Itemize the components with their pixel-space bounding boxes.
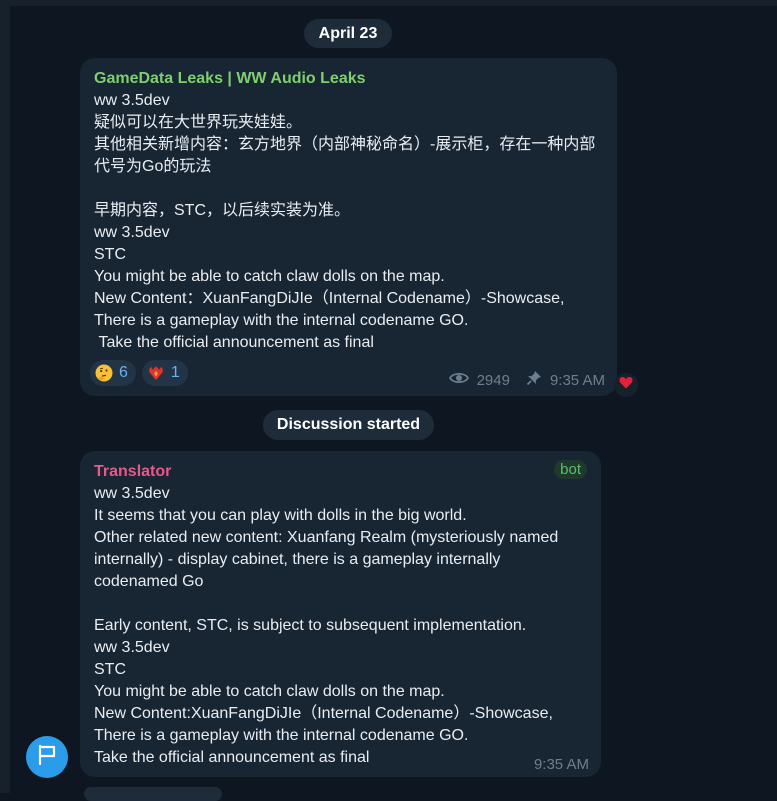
date-separator: April 23 <box>304 19 392 48</box>
channel-name[interactable]: GameData Leaks | WW Audio Leaks <box>94 68 603 90</box>
red-heart-reaction[interactable] <box>614 373 638 397</box>
eye-icon <box>448 371 469 389</box>
next-item-pill <box>84 787 222 801</box>
pin-icon <box>526 370 542 390</box>
reaction-thinking[interactable]: 6 <box>90 360 136 386</box>
discussion-started-label: Discussion started <box>263 410 434 440</box>
red-heart-icon <box>619 376 633 394</box>
message-time: 9:35 AM <box>533 756 589 773</box>
post-meta: 2949 9:35 AM <box>448 370 605 390</box>
message-text: ww 3.5dev It seems that you can play wit… <box>94 485 559 766</box>
flag-button[interactable] <box>26 736 68 778</box>
top-bar <box>10 0 777 6</box>
left-sidebar-strip <box>0 0 10 793</box>
post-text: ww 3.5dev 疑似可以在大世界玩夹娃娃。 其他相关新增内容：玄方地界（内部… <box>94 92 596 351</box>
reaction-heart-on-fire[interactable]: 1 <box>141 360 188 386</box>
sender-name[interactable]: Translator <box>94 461 587 483</box>
reaction-count: 6 <box>119 364 128 381</box>
flag-icon <box>36 744 58 771</box>
reaction-count: 1 <box>170 364 180 381</box>
channel-post-bubble[interactable]: GameData Leaks | WW Audio Leaks ww 3.5de… <box>80 58 617 396</box>
translator-message-bubble[interactable]: Translator bot ww 3.5dev It seems that y… <box>80 451 601 777</box>
post-time: 9:35 AM <box>549 371 605 389</box>
reactions-bar: 6 1 <box>90 360 188 386</box>
thinking-face-icon <box>95 364 113 382</box>
bot-badge: bot <box>554 460 587 479</box>
view-count: 2949 <box>476 371 510 389</box>
heart-on-fire-icon <box>147 364 165 382</box>
